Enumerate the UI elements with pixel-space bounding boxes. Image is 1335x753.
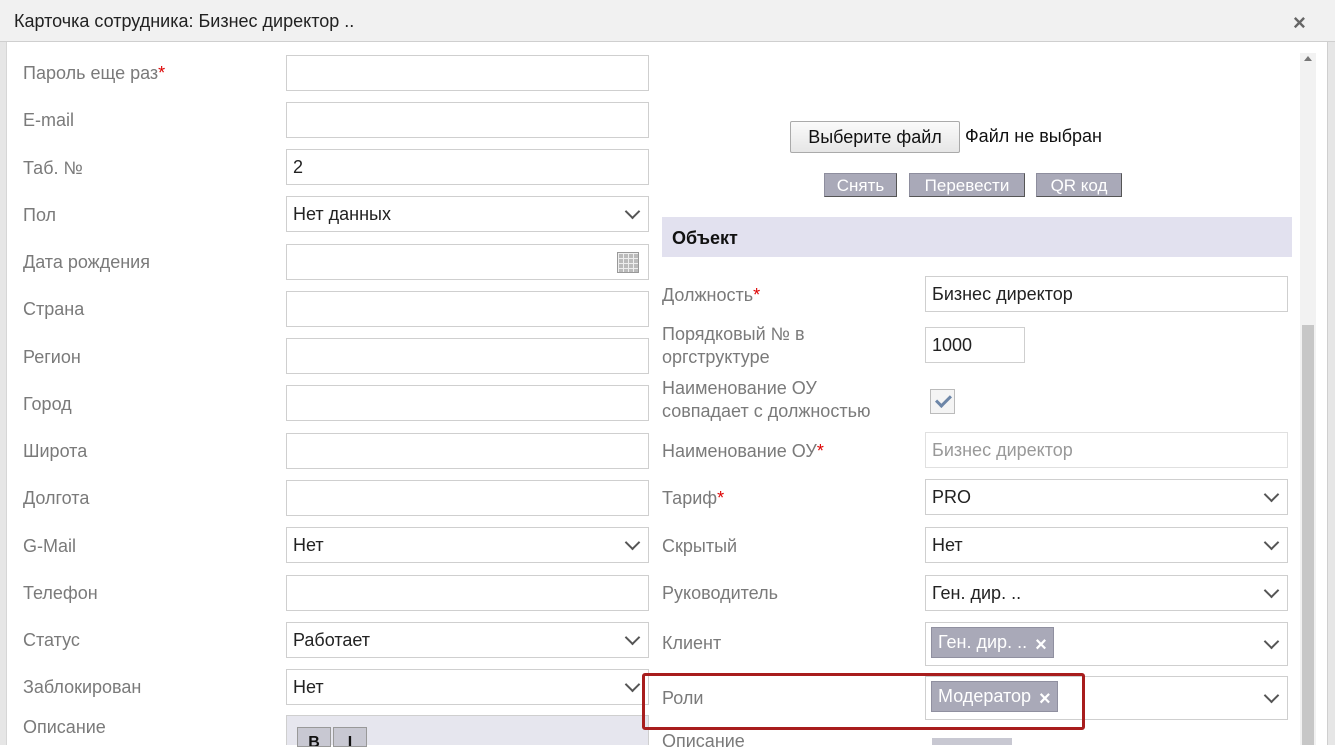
chevron-down-icon	[1263, 534, 1280, 551]
longitude-input[interactable]	[286, 480, 649, 516]
label-tab-number: Таб. №	[23, 158, 83, 178]
label-password-repeat: Пароль еще раз*	[23, 63, 166, 83]
chevron-down-icon	[624, 534, 641, 551]
close-icon[interactable]: ×	[1293, 10, 1306, 36]
left-edge	[0, 42, 7, 745]
label-birth-date: Дата рождения	[23, 252, 150, 272]
tariff-value: PRO	[932, 487, 972, 507]
label-status: Статус	[23, 630, 80, 650]
latitude-input[interactable]	[286, 433, 649, 469]
blocked-value: Нет	[293, 677, 324, 697]
chevron-down-icon	[624, 203, 641, 220]
gmail-value: Нет	[293, 535, 324, 555]
description-editor-toolbar: B I	[286, 715, 649, 747]
city-input[interactable]	[286, 385, 649, 421]
remove-photo-button[interactable]: Снять	[824, 173, 897, 197]
hidden-select[interactable]: Нет	[925, 527, 1288, 563]
label-latitude: Широта	[23, 441, 88, 461]
section-title: Объект	[672, 228, 738, 248]
label-tariff: Тариф*	[662, 488, 725, 508]
region-input[interactable]	[286, 338, 649, 374]
label-email: E-mail	[23, 110, 75, 130]
translate-button[interactable]: Перевести	[909, 173, 1025, 197]
label-longitude: Долгота	[23, 488, 90, 508]
ou-name-input[interactable]: Бизнес директор	[925, 432, 1288, 468]
label-blocked: Заблокирован	[23, 677, 142, 697]
label-org-order: Порядковый № в оргструктуре	[662, 324, 805, 367]
status-select[interactable]: Работает	[286, 622, 649, 658]
status-value: Работает	[293, 630, 371, 650]
label-client: Клиент	[662, 633, 722, 653]
blocked-select[interactable]: Нет	[286, 669, 649, 705]
calendar-icon[interactable]	[617, 252, 639, 273]
password-repeat-input[interactable]	[286, 55, 649, 91]
label-gender: Пол	[23, 205, 57, 225]
chevron-down-icon	[624, 676, 641, 693]
label-position: Должность*	[662, 285, 761, 305]
choose-file-button[interactable]: Выберите файл	[790, 121, 960, 153]
org-order-input[interactable]: 1000	[925, 327, 1025, 363]
dialog-titlebar: Карточка сотрудника: Бизнес директор .. …	[0, 0, 1335, 42]
remove-tag-icon[interactable]: ×	[1035, 631, 1047, 659]
ou-matches-position-checkbox[interactable]	[930, 389, 955, 414]
italic-button[interactable]: I	[333, 727, 367, 747]
country-input[interactable]	[286, 291, 649, 327]
section-header-object: Объект	[662, 217, 1292, 257]
position-input[interactable]: Бизнес директор	[925, 276, 1288, 312]
gender-value: Нет данных	[293, 204, 391, 224]
hidden-value: Нет	[932, 535, 963, 555]
label-hidden: Скрытый	[662, 536, 738, 556]
chevron-down-icon	[1263, 687, 1280, 704]
manager-select[interactable]: Ген. дир. ..	[925, 575, 1288, 611]
chevron-down-icon	[1263, 486, 1280, 503]
tariff-select[interactable]: PRO	[925, 479, 1288, 515]
label-description-right: Описание	[662, 731, 745, 751]
tab-number-input[interactable]: 2	[286, 149, 649, 185]
label-manager: Руководитель	[662, 583, 778, 603]
description-editor-toolbar-right	[932, 738, 1012, 745]
phone-input[interactable]	[286, 575, 649, 611]
no-file-text: Файл не выбран	[965, 126, 1102, 146]
scrollbar-thumb[interactable]	[1302, 325, 1314, 745]
label-ou-matches-position: Наименование ОУ совпадает с должностью	[662, 378, 871, 421]
label-ou-name: Наименование ОУ*	[662, 441, 824, 461]
birth-date-input[interactable]	[286, 244, 649, 280]
label-description: Описание	[23, 717, 106, 737]
qr-code-button[interactable]: QR код	[1036, 173, 1122, 197]
gender-select[interactable]: Нет данных	[286, 196, 649, 232]
label-country: Страна	[23, 299, 85, 319]
chevron-down-icon	[1263, 582, 1280, 599]
right-edge	[1327, 42, 1335, 745]
gmail-select[interactable]: Нет	[286, 527, 649, 563]
chevron-down-icon	[1263, 633, 1280, 650]
roles-highlight-box	[642, 673, 1085, 730]
label-city: Город	[23, 394, 72, 414]
manager-value: Ген. дир. ..	[932, 583, 1022, 603]
scroll-up-icon[interactable]	[1304, 56, 1312, 61]
label-phone: Телефон	[23, 583, 98, 603]
bold-button[interactable]: B	[297, 727, 331, 747]
email-input[interactable]	[286, 102, 649, 138]
dialog-title: Карточка сотрудника: Бизнес директор ..	[14, 11, 355, 31]
client-tag: Ген. дир. .. ×	[931, 627, 1054, 658]
chevron-down-icon	[624, 629, 641, 646]
label-region: Регион	[23, 347, 81, 367]
label-gmail: G-Mail	[23, 536, 76, 556]
